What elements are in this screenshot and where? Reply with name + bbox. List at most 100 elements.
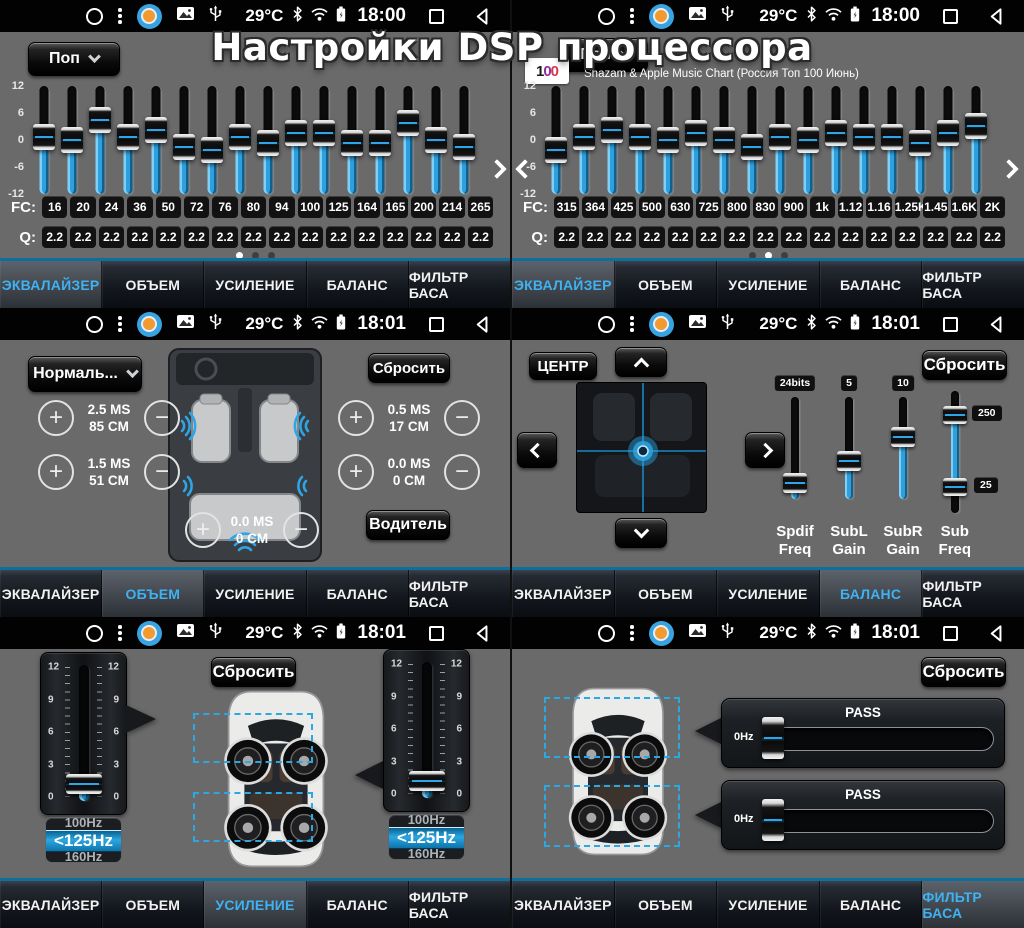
tab-gain[interactable]: УСИЛЕНИЕ xyxy=(717,261,820,308)
fc-value[interactable]: 1.6K xyxy=(951,196,976,218)
fc-value[interactable]: 1.45 xyxy=(923,196,948,218)
eq-band-slider[interactable] xyxy=(626,86,654,194)
crossover-freq-picker[interactable]: 100Hz<125Hz160Hz xyxy=(45,817,122,863)
fc-value[interactable]: 315 xyxy=(554,196,579,218)
menu-dots-icon[interactable] xyxy=(630,316,634,332)
tab-volume[interactable]: ОБЪЕМ xyxy=(615,261,718,308)
tab-gain[interactable]: УСИЛЕНИЕ xyxy=(717,881,820,928)
slider-handle[interactable] xyxy=(685,120,707,146)
fc-value[interactable]: 76 xyxy=(212,196,237,218)
delay-increase-button[interactable]: + xyxy=(338,400,374,436)
fc-value[interactable]: 2K xyxy=(980,196,1005,218)
slider-handle[interactable] xyxy=(33,124,55,150)
gain-fader-rear[interactable]: 121299663300 xyxy=(383,649,470,812)
eq-band-slider[interactable] xyxy=(682,86,710,194)
fc-value[interactable]: 165 xyxy=(383,196,408,218)
eq-band-slider[interactable] xyxy=(934,86,962,194)
tab-bass-filter[interactable]: ФИЛЬТР БАСА xyxy=(409,261,510,308)
q-value[interactable]: 2.2 xyxy=(895,226,920,248)
slider-handle[interactable] xyxy=(837,451,861,471)
crossover-freq-picker[interactable]: 100Hz<125Hz160Hz xyxy=(388,814,465,860)
pass-freq-slider[interactable] xyxy=(770,809,994,833)
q-value[interactable]: 2.2 xyxy=(468,226,493,248)
front-speakers-select-box[interactable] xyxy=(193,713,313,763)
back-triangle-icon[interactable] xyxy=(987,7,1006,26)
home-circle-icon[interactable] xyxy=(86,316,103,333)
menu-dots-icon[interactable] xyxy=(118,316,122,332)
q-value[interactable]: 2.2 xyxy=(724,226,749,248)
fc-value[interactable]: 1.25K xyxy=(895,196,920,218)
eq-band-slider[interactable] xyxy=(710,86,738,194)
fc-value[interactable]: 100 xyxy=(298,196,323,218)
slider-handle[interactable] xyxy=(117,124,139,150)
slider-handle[interactable] xyxy=(601,117,623,143)
rear-speakers-select-box[interactable] xyxy=(193,792,313,842)
home-circle-icon[interactable] xyxy=(598,316,615,333)
slider-handle[interactable] xyxy=(741,134,763,160)
fc-value[interactable]: 1k xyxy=(810,196,835,218)
fc-value[interactable]: 800 xyxy=(724,196,749,218)
slider-handle[interactable] xyxy=(797,127,819,153)
fc-value[interactable]: 72 xyxy=(184,196,209,218)
fc-value[interactable]: 1.12 xyxy=(838,196,863,218)
picker-selected-option[interactable]: <125Hz xyxy=(46,830,121,852)
balance-slider[interactable]: 5SubLGain xyxy=(827,375,871,555)
q-value[interactable]: 2.2 xyxy=(326,226,351,248)
recents-square-icon[interactable] xyxy=(429,626,444,641)
q-value[interactable]: 2.2 xyxy=(923,226,948,248)
tab-bass-filter[interactable]: ФИЛЬТР БАСА xyxy=(922,261,1024,308)
q-value[interactable]: 2.2 xyxy=(354,226,379,248)
delay-increase-button[interactable]: + xyxy=(338,454,374,490)
q-value[interactable]: 2.2 xyxy=(753,226,778,248)
q-value[interactable]: 2.2 xyxy=(582,226,607,248)
slider-handle[interactable] xyxy=(783,473,807,493)
balance-left-button[interactable] xyxy=(517,432,557,468)
fader-handle[interactable] xyxy=(66,774,102,794)
q-value[interactable]: 2.2 xyxy=(668,226,693,248)
slider-handle[interactable] xyxy=(657,127,679,153)
slider-handle[interactable] xyxy=(453,134,475,160)
tab-balance[interactable]: БАЛАНС xyxy=(307,570,409,617)
tab-equalizer[interactable]: ЭКВАЛАЙЗЕР xyxy=(512,570,615,617)
eq-band-slider[interactable] xyxy=(794,86,822,194)
eq-band-slider[interactable] xyxy=(30,86,58,194)
eq-band-slider[interactable] xyxy=(598,86,626,194)
slider-handle[interactable] xyxy=(629,124,651,150)
reset-button[interactable]: Сбросить xyxy=(921,657,1006,687)
slider-handle[interactable] xyxy=(965,113,987,139)
q-value[interactable]: 2.2 xyxy=(810,226,835,248)
menu-dots-icon[interactable] xyxy=(630,625,634,641)
eq-next-page-arrow[interactable] xyxy=(484,152,510,186)
tab-equalizer[interactable]: ЭКВАЛАЙЗЕР xyxy=(0,570,102,617)
q-value[interactable]: 2.2 xyxy=(212,226,237,248)
recents-square-icon[interactable] xyxy=(943,626,958,641)
q-value[interactable]: 2.2 xyxy=(696,226,721,248)
rear-speakers-select-box[interactable] xyxy=(544,785,680,847)
eq-band-slider[interactable] xyxy=(570,86,598,194)
slider-handle[interactable] xyxy=(573,124,595,150)
fc-value[interactable]: 1.16 xyxy=(866,196,891,218)
app-logo-icon[interactable] xyxy=(649,621,674,646)
eq-band-slider[interactable] xyxy=(366,86,394,194)
home-circle-icon[interactable] xyxy=(598,625,615,642)
fc-value[interactable]: 36 xyxy=(127,196,152,218)
tab-equalizer[interactable]: ЭКВАЛАЙЗЕР xyxy=(0,261,102,308)
eq-band-slider[interactable] xyxy=(310,86,338,194)
eq-band-slider[interactable] xyxy=(906,86,934,194)
q-value[interactable]: 2.2 xyxy=(70,226,95,248)
picker-prev-option[interactable]: 100Hz xyxy=(389,815,464,827)
eq-band-slider[interactable] xyxy=(422,86,450,194)
fc-value[interactable]: 500 xyxy=(639,196,664,218)
pass-freq-slider[interactable] xyxy=(770,727,994,751)
app-logo-icon[interactable] xyxy=(649,4,674,29)
app-logo-icon[interactable] xyxy=(137,621,162,646)
delay-increase-button[interactable]: + xyxy=(38,400,74,436)
tab-balance[interactable]: БАЛАНС xyxy=(307,881,409,928)
eq-preset-dropdown[interactable]: Поп xyxy=(28,42,120,76)
q-value[interactable]: 2.2 xyxy=(298,226,323,248)
tab-balance[interactable]: БАЛАНС xyxy=(307,261,409,308)
eq-band-slider[interactable] xyxy=(822,86,850,194)
slider-handle[interactable] xyxy=(285,120,307,146)
recents-square-icon[interactable] xyxy=(429,9,444,24)
home-circle-icon[interactable] xyxy=(86,8,103,25)
